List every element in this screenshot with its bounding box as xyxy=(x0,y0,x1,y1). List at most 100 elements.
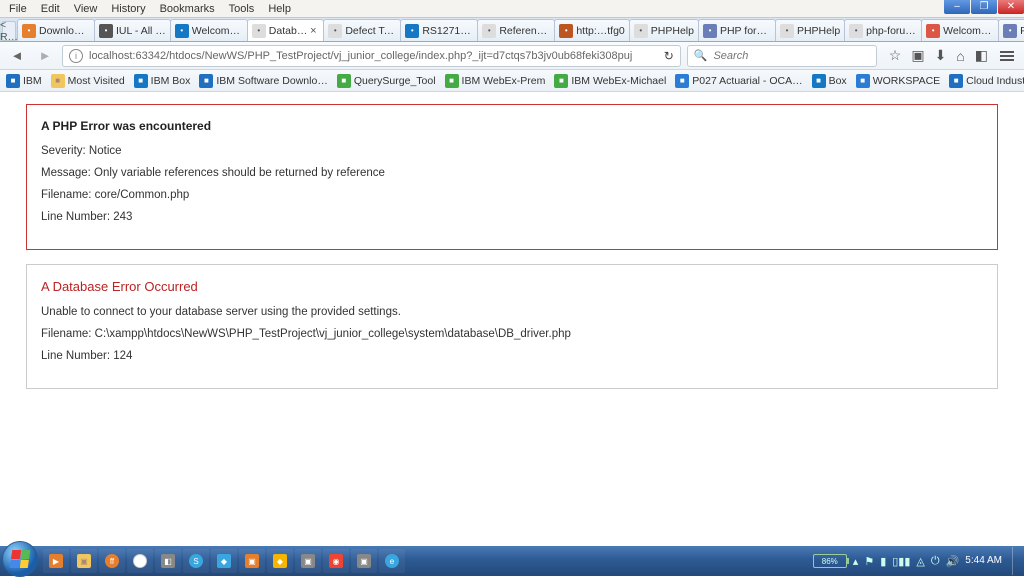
taskbar-media-player[interactable]: ▶ xyxy=(43,549,69,573)
app-icon: ▣ xyxy=(245,554,259,568)
tab-favicon: • xyxy=(328,24,342,38)
browser-tab[interactable]: •http:…tfg0 xyxy=(554,19,629,41)
browser-tab[interactable]: •PHPHelp xyxy=(775,19,845,41)
window-menu-bar: File Edit View History Bookmarks Tools H… xyxy=(0,0,1024,18)
browser-tab-strip: < R… •Downloa…•IUL - All …•Welcome…•Data… xyxy=(0,18,1024,42)
tab-label: Referenc… xyxy=(499,25,550,37)
browser-tab[interactable]: •php-forum p… xyxy=(844,19,922,41)
browser-tab[interactable]: •Referenc… xyxy=(477,19,555,41)
tab-label: Downloa… xyxy=(39,25,90,37)
tray-wifi-icon[interactable]: ◬ xyxy=(916,555,924,568)
tab-favicon: • xyxy=(849,24,863,38)
search-input[interactable] xyxy=(713,50,869,62)
browser-tab[interactable]: •Defect Ta… xyxy=(323,19,401,41)
tray-power-icon[interactable]: ⏻ xyxy=(931,555,940,568)
menu-help[interactable]: Help xyxy=(261,2,298,16)
bookmark-item[interactable]: ■IBM WebEx-Prem xyxy=(445,74,546,88)
page-content: A PHP Error was encountered Severity: No… xyxy=(0,92,1024,401)
bookmark-item[interactable]: ■Most Visited xyxy=(51,74,125,88)
bookmark-item[interactable]: ■Box xyxy=(812,74,847,88)
browser-tab[interactable]: •Downloa… xyxy=(17,19,95,41)
browser-tab[interactable]: •Welcome… xyxy=(921,19,999,41)
bookmark-favicon: ■ xyxy=(554,74,568,88)
chrome-icon: ◉ xyxy=(133,554,147,568)
tab-scroll-left[interactable]: < R… xyxy=(2,21,16,41)
tray-signal-icon[interactable]: ▯▮▮ xyxy=(892,555,910,568)
php-error-severity: Severity: Notice xyxy=(41,145,983,157)
browser-tab[interactable]: •Welcome… xyxy=(170,19,248,41)
taskbar-chrome[interactable]: ◉ xyxy=(127,549,153,573)
start-button[interactable] xyxy=(2,541,38,577)
browser-tab[interactable]: •RS12716… xyxy=(400,19,478,41)
tab-label: Defect Ta… xyxy=(345,25,396,37)
close-button[interactable]: ✕ xyxy=(998,0,1024,14)
bookmark-item[interactable]: ■IBM Box xyxy=(134,74,191,88)
menu-file[interactable]: File xyxy=(2,2,34,16)
taskbar-app-5[interactable]: ▣ xyxy=(295,549,321,573)
back-button[interactable]: ◄ xyxy=(6,45,28,67)
bookmark-item[interactable]: ■P027 Actuarial - OCA… xyxy=(675,74,802,88)
tab-favicon: • xyxy=(482,24,496,38)
bookmark-item[interactable]: ■IBM xyxy=(6,74,42,88)
taskbar-skype[interactable]: S xyxy=(183,549,209,573)
menu-tools[interactable]: Tools xyxy=(222,2,262,16)
menu-bookmarks[interactable]: Bookmarks xyxy=(153,2,222,16)
browser-tab[interactable]: •Datab…× xyxy=(247,19,325,41)
site-info-icon[interactable]: i xyxy=(69,49,83,63)
minimize-button[interactable]: – xyxy=(944,0,970,14)
downloads-icon[interactable]: ⬇ xyxy=(935,47,947,64)
show-desktop-button[interactable] xyxy=(1012,547,1020,575)
tab-label: PHP foru… xyxy=(1020,25,1024,37)
home-icon[interactable]: ⌂ xyxy=(956,48,964,64)
bookmark-item[interactable]: ■QuerySurge_Tool xyxy=(337,74,436,88)
app-menu-button[interactable] xyxy=(998,49,1016,63)
tab-favicon: • xyxy=(559,24,573,38)
bookmark-favicon: ■ xyxy=(856,74,870,88)
bookmark-favicon: ■ xyxy=(675,74,689,88)
taskbar-app-1[interactable]: ◧ xyxy=(155,549,181,573)
taskbar-firefox[interactable]: ff xyxy=(99,549,125,573)
taskbar-explorer[interactable]: ▣ xyxy=(71,549,97,573)
tab-favicon: • xyxy=(1003,24,1017,38)
bookmark-star-icon[interactable]: ☆ xyxy=(889,47,902,64)
window-controls: – ❐ ✕ xyxy=(943,0,1024,14)
tray-volume-icon[interactable]: 🔊 xyxy=(946,555,960,568)
reload-button[interactable]: ↻ xyxy=(664,49,674,63)
bookmark-favicon: ■ xyxy=(6,74,20,88)
sidebar-icon[interactable]: ◧ xyxy=(975,47,988,64)
pocket-icon[interactable]: ▣ xyxy=(911,47,924,64)
maximize-button[interactable]: ❐ xyxy=(971,0,997,14)
browser-tab[interactable]: •PHPHelp xyxy=(629,19,699,41)
menu-edit[interactable]: Edit xyxy=(34,2,67,16)
battery-indicator[interactable]: 86% xyxy=(813,554,847,568)
browser-tab[interactable]: •IUL - All … xyxy=(94,19,171,41)
forward-button[interactable]: ► xyxy=(34,45,56,67)
url-input[interactable] xyxy=(89,50,658,62)
tray-network-icon[interactable]: ▮ xyxy=(880,555,886,568)
browser-tab[interactable]: •PHP foru… xyxy=(698,19,776,41)
tab-close-icon[interactable]: × xyxy=(307,25,319,37)
tray-flag-icon[interactable]: ⚑ xyxy=(864,555,874,568)
browser-tab[interactable]: •PHP foru… xyxy=(998,19,1024,41)
bookmark-item[interactable]: ■IBM Software Downlo… xyxy=(199,74,327,88)
tray-up-icon[interactable]: ▴ xyxy=(853,555,859,568)
taskbar-app-7[interactable]: ▣ xyxy=(351,549,377,573)
search-box[interactable]: 🔍 xyxy=(687,45,877,67)
taskbar-app-2[interactable]: ◆ xyxy=(211,549,237,573)
taskbar-app-6[interactable]: ◉ xyxy=(323,549,349,573)
bookmark-label: QuerySurge_Tool xyxy=(354,75,436,87)
bookmark-item[interactable]: ■IBM WebEx-Michael xyxy=(554,74,666,88)
url-box[interactable]: i ↻ xyxy=(62,45,681,67)
tray-clock[interactable]: 5:44 AM xyxy=(965,556,1002,566)
menu-view[interactable]: View xyxy=(67,2,105,16)
skype-icon: S xyxy=(189,554,203,568)
menu-history[interactable]: History xyxy=(104,2,152,16)
bookmark-label: Box xyxy=(829,75,847,87)
tab-label: Welcome… xyxy=(192,25,243,37)
taskbar-ie[interactable]: e xyxy=(379,549,405,573)
bookmark-item[interactable]: ■Cloud Industry Series |… xyxy=(949,74,1024,88)
taskbar-app-4[interactable]: ◆ xyxy=(267,549,293,573)
bookmark-item[interactable]: ■WORKSPACE xyxy=(856,74,940,88)
tab-favicon: • xyxy=(405,24,419,38)
taskbar-app-3[interactable]: ▣ xyxy=(239,549,265,573)
